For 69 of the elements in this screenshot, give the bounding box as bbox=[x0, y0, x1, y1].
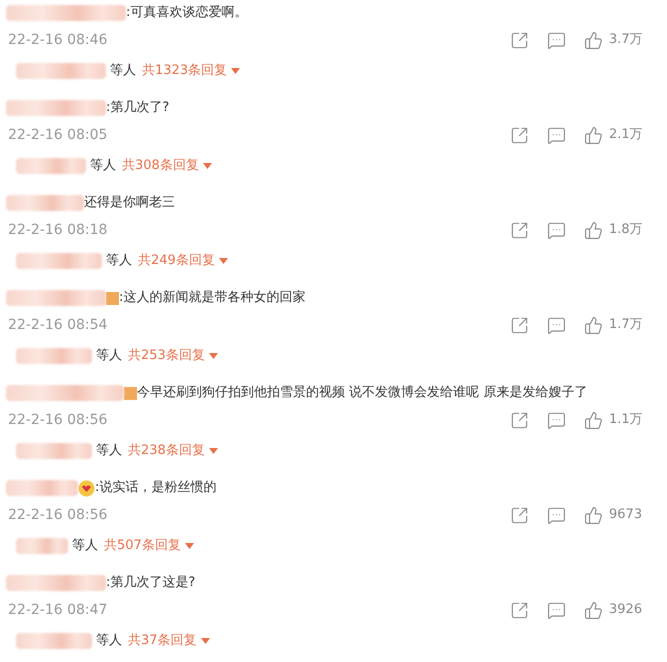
caret-icon bbox=[231, 68, 240, 74]
reply-users-suffix: 等人 bbox=[96, 442, 122, 460]
comment-text: 今早还刷到狗仔拍到他拍雪景的视频 说不发微博会发给谁呢 原来是发给嫂子了 bbox=[137, 384, 588, 402]
like-icon[interactable] bbox=[584, 220, 603, 240]
blurred-username bbox=[16, 538, 68, 554]
comment-time: 22-2-16 08:46 bbox=[7, 30, 108, 50]
blurred-username bbox=[6, 480, 78, 496]
like-icon[interactable] bbox=[584, 506, 603, 524]
like-icon[interactable] bbox=[584, 30, 603, 50]
comment-time: 22-2-16 08:05 bbox=[7, 126, 108, 144]
comment-icon[interactable] bbox=[547, 600, 566, 620]
comment-time: 22-2-16 08:54 bbox=[7, 316, 108, 334]
like-count: 1.7万 bbox=[609, 316, 644, 334]
like-icon[interactable] bbox=[584, 316, 603, 334]
share-icon[interactable] bbox=[510, 220, 529, 240]
reply-users-suffix: 等人 bbox=[110, 62, 136, 80]
badge-icon bbox=[106, 292, 119, 304]
caret-icon bbox=[208, 448, 218, 454]
reply-users-suffix: 等人 bbox=[106, 252, 132, 270]
like-icon[interactable] bbox=[584, 410, 603, 430]
reply-count-link[interactable]: 共507条回复 bbox=[104, 536, 194, 556]
reply-users-suffix: 等人 bbox=[72, 537, 98, 556]
comment-text: :这人的新闻就是带各种女的回家 bbox=[119, 289, 306, 308]
comment-icon[interactable] bbox=[547, 30, 566, 50]
like-count: 3.7万 bbox=[609, 31, 644, 50]
caret-icon bbox=[218, 258, 228, 264]
badge-icon bbox=[124, 386, 137, 400]
comment-time: 22-2-16 08:18 bbox=[7, 220, 108, 240]
comment-icon[interactable] bbox=[547, 126, 566, 144]
comment-text: :第几次了这是? bbox=[106, 574, 196, 592]
caret-icon bbox=[208, 353, 218, 359]
comment-icon[interactable] bbox=[547, 220, 566, 240]
reply-count-link[interactable]: 共1323条回复 bbox=[142, 61, 240, 81]
comment-text: :可真喜欢谈恋爱啊。 bbox=[126, 4, 248, 22]
comment-time: 22-2-16 08:56 bbox=[7, 410, 108, 430]
comment-time: 22-2-16 08:47 bbox=[7, 600, 108, 620]
share-icon[interactable] bbox=[510, 506, 529, 524]
like-count: 2.1万 bbox=[609, 126, 644, 144]
caret-icon bbox=[184, 543, 194, 549]
like-count: 3926 bbox=[609, 601, 644, 620]
reply-count-link[interactable]: 共249条回复 bbox=[138, 251, 228, 271]
reply-users-suffix: 等人 bbox=[96, 632, 122, 650]
share-icon[interactable] bbox=[510, 126, 529, 144]
like-count: 9673 bbox=[609, 506, 644, 524]
like-count: 1.8万 bbox=[609, 221, 644, 240]
comment-text: :第几次了? bbox=[106, 99, 170, 118]
caret-icon bbox=[200, 638, 210, 644]
comment-time: 22-2-16 08:56 bbox=[7, 506, 108, 524]
share-icon[interactable] bbox=[510, 600, 529, 620]
comment-icon[interactable] bbox=[547, 410, 566, 430]
reply-count-link[interactable]: 共308条回复 bbox=[122, 156, 212, 176]
comment-text: :说实话，是粉丝惯的 bbox=[95, 479, 216, 498]
like-icon[interactable] bbox=[584, 600, 603, 620]
caret-icon bbox=[202, 163, 212, 169]
share-icon[interactable] bbox=[510, 410, 529, 430]
share-icon[interactable] bbox=[510, 316, 529, 334]
comment-text: 还得是你啊老三 bbox=[84, 194, 175, 212]
share-icon[interactable] bbox=[510, 30, 529, 50]
reply-users-suffix: 等人 bbox=[96, 347, 122, 366]
reply-count-link[interactable]: 共238条回复 bbox=[128, 441, 218, 461]
blurred-username bbox=[16, 158, 86, 174]
reply-count-link[interactable]: 共253条回复 bbox=[128, 346, 218, 366]
comment-icon[interactable] bbox=[547, 316, 566, 334]
like-icon[interactable] bbox=[584, 126, 603, 144]
comment-icon[interactable] bbox=[547, 506, 566, 524]
emoji-icon bbox=[78, 480, 95, 496]
like-count: 1.1万 bbox=[609, 411, 644, 430]
reply-count-link[interactable]: 共37条回复 bbox=[128, 631, 210, 651]
reply-users-suffix: 等人 bbox=[90, 157, 116, 176]
